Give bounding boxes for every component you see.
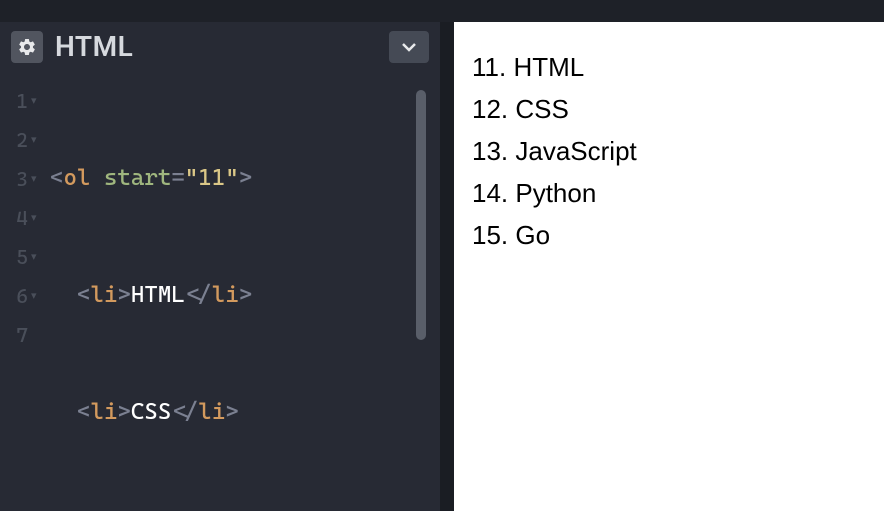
app-top-bar xyxy=(0,0,884,22)
line-number: 6 xyxy=(16,284,28,308)
line-gutter: 1▾ 2▾ 3▾ 4▾ 5▾ 6▾ 7 xyxy=(0,79,44,511)
list-item: 15. Go xyxy=(472,214,866,256)
gutter-row: 2▾ xyxy=(0,120,44,159)
fold-marker-icon[interactable]: ▾ xyxy=(31,250,40,263)
editor-body[interactable]: 1▾ 2▾ 3▾ 4▾ 5▾ 6▾ 7 <ol start="11"> <li>… xyxy=(0,71,440,511)
list-item: 11. HTML xyxy=(472,46,866,88)
fold-marker-icon[interactable]: ▾ xyxy=(31,172,40,185)
line-number: 2 xyxy=(16,128,28,152)
scrollbar[interactable] xyxy=(416,90,426,340)
gutter-row: 4▾ xyxy=(0,198,44,237)
fold-marker-icon[interactable]: ▾ xyxy=(31,133,40,146)
fold-marker-icon[interactable]: ▾ xyxy=(31,289,40,302)
line-number: 5 xyxy=(16,245,28,269)
panel-title: HTML xyxy=(55,30,133,63)
editor-header: HTML xyxy=(0,22,440,71)
code-area[interactable]: <ol start="11"> <li>HTML</li> <li>CSS</l… xyxy=(44,79,440,511)
line-number: 7 xyxy=(16,323,28,347)
settings-button[interactable] xyxy=(11,31,43,63)
gutter-row: 1▾ xyxy=(0,81,44,120)
gutter-row: 7 xyxy=(0,315,44,354)
fold-marker-icon[interactable]: ▾ xyxy=(31,94,40,107)
editor-panel: HTML 1▾ 2▾ 3▾ 4▾ 5▾ 6▾ 7 <ol start="11">… xyxy=(0,22,440,511)
gutter-row: 3▾ xyxy=(0,159,44,198)
chevron-down-icon xyxy=(401,42,417,52)
preview-list: 11. HTML12. CSS13. JavaScript14. Python1… xyxy=(472,46,866,256)
collapse-button[interactable] xyxy=(389,31,429,63)
line-number: 4 xyxy=(16,206,28,230)
main-container: HTML 1▾ 2▾ 3▾ 4▾ 5▾ 6▾ 7 <ol start="11">… xyxy=(0,22,884,511)
list-item: 14. Python xyxy=(472,172,866,214)
panel-divider[interactable] xyxy=(440,22,454,511)
line-number: 3 xyxy=(16,167,28,191)
gutter-row: 5▾ xyxy=(0,237,44,276)
fold-marker-icon xyxy=(31,328,40,341)
list-item: 13. JavaScript xyxy=(472,130,866,172)
code-line: <li>HTML</li> xyxy=(50,276,440,315)
code-line: <ol start="11"> xyxy=(50,159,440,198)
list-item: 12. CSS xyxy=(472,88,866,130)
fold-marker-icon[interactable]: ▾ xyxy=(31,211,40,224)
code-line: <li>CSS</li> xyxy=(50,393,440,432)
editor-header-left: HTML xyxy=(11,30,133,63)
preview-panel: 11. HTML12. CSS13. JavaScript14. Python1… xyxy=(454,22,884,511)
gutter-row: 6▾ xyxy=(0,276,44,315)
gear-icon xyxy=(17,37,37,57)
line-number: 1 xyxy=(16,89,28,113)
